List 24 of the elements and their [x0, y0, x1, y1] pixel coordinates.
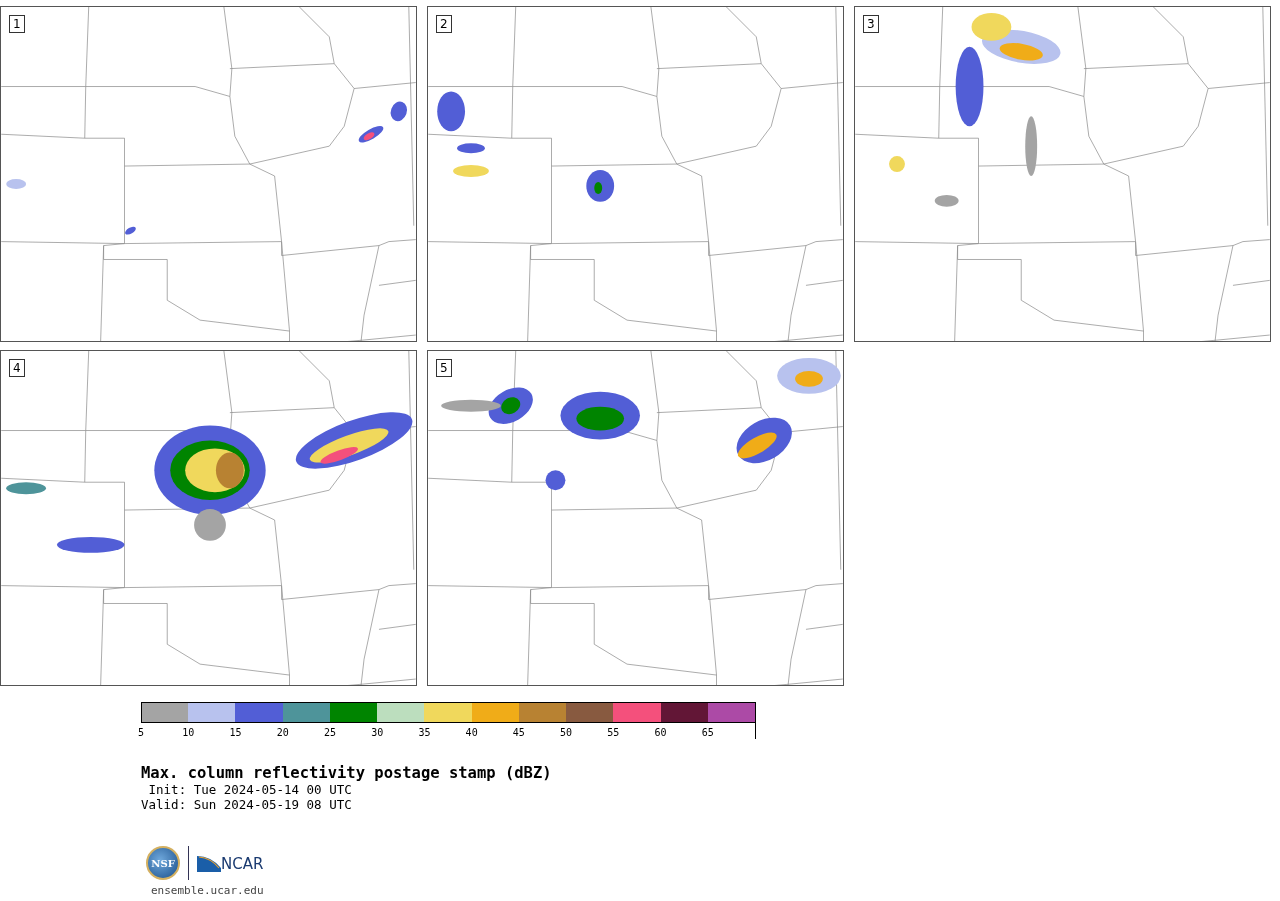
valid-time: Valid: Sun 2024-05-19 08 UTC	[141, 797, 353, 812]
tick-label: 35	[417, 727, 432, 739]
tick-label: 40	[464, 727, 479, 739]
chart-title: Max. column reflectivity postage stamp (dBZ)	[141, 765, 553, 782]
tick-label: 65	[700, 727, 715, 739]
init-time: Init: Tue 2024-05-14 00 UTC	[147, 782, 353, 797]
tick-label: 55	[606, 727, 621, 739]
panel-number: 4	[9, 359, 25, 377]
tick-label: 45	[511, 727, 526, 739]
panel-number: 2	[436, 15, 452, 33]
site-url: ensemble.ucar.edu	[151, 884, 265, 897]
panel-number: 3	[863, 15, 879, 33]
tick-label: 15	[228, 727, 243, 739]
tick-label: 25	[322, 727, 337, 739]
tick-label: 20	[275, 727, 290, 739]
nsf-logo: NSF	[146, 846, 180, 880]
tick-label: 5	[137, 727, 145, 739]
tick-label: 50	[559, 727, 574, 739]
tick-label: 10	[181, 727, 196, 739]
panel-number: 1	[9, 15, 25, 33]
panel-number: 5	[436, 359, 452, 377]
tick-label: 60	[653, 727, 668, 739]
tick-label: 30	[370, 727, 385, 739]
ncar-logo: NCAR	[197, 854, 264, 872]
